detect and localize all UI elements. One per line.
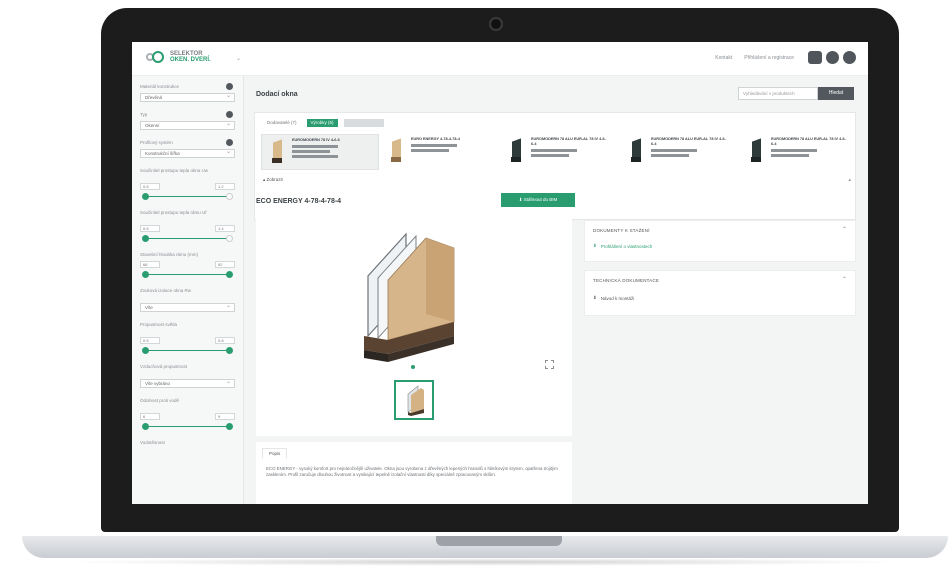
filter-material: Materiál konstrukce Dřevěná: [140, 83, 235, 102]
login-link[interactable]: Přihlášení a registrace: [744, 55, 794, 61]
window-thumbnail-icon: [407, 385, 424, 416]
range-slider[interactable]: [140, 234, 235, 242]
facebook-icon[interactable]: [826, 51, 839, 64]
contact-link[interactable]: Kontakt: [715, 55, 732, 61]
topbar: SELEKTOR OKEN. DVERÍ. ⌄ Kontakt Přihláše…: [132, 42, 868, 76]
camera-icon: [489, 17, 503, 31]
window-thumbnail-icon: [507, 137, 525, 165]
documents-panel: DOKUMENTY K STAŽENÍ ⌃ ⬇ Prohlášení o vla…: [584, 220, 856, 262]
description-text: ECO ENERGY - vysoký komfort pro nejnároč…: [266, 466, 558, 477]
filter-uw: Součinitel prostupu tepla okna Uw 0.6 1.…: [140, 168, 235, 200]
document-link[interactable]: ⬇ Návod k montáži: [593, 295, 634, 301]
product-name: EURO ENERGY 4-78-4-78-4: [411, 137, 460, 141]
window-thumbnail-icon: [387, 137, 405, 165]
filter-profile: Profilový systém Konstrukční šířka: [140, 139, 235, 158]
window-profile-image: [364, 232, 455, 362]
laptop-mockup: SELEKTOR OKEN. DVERÍ. ⌄ Kontakt Přihláše…: [0, 0, 948, 575]
range-min-input[interactable]: 0.5: [140, 337, 160, 344]
product-card[interactable]: EUROMODERN 78 ALU EUR-AL 78 IV 4-6-6-4: [741, 134, 859, 170]
filter-type: Typ Okenní: [140, 111, 235, 130]
range-slider[interactable]: [140, 346, 235, 354]
search-button[interactable]: Hledat: [818, 87, 854, 100]
info-icon[interactable]: [226, 111, 233, 118]
info-icon[interactable]: [226, 139, 233, 146]
collapse-link[interactable]: ▴ Zobrazit: [263, 177, 283, 183]
range-slider[interactable]: [140, 270, 235, 278]
range-max-input[interactable]: 0.8: [215, 337, 235, 344]
logo-line2: OKEN. DVERÍ.: [170, 57, 211, 63]
filter-depth: Stavební hloubka rámu (mm) 68 92: [140, 252, 235, 278]
material-select[interactable]: Dřevěná: [140, 92, 235, 102]
download-icon: ⬇: [593, 243, 597, 248]
technical-docs-panel: TECHNICKÁ DOKUMENTACE ⌃ ⬇ Návod k montáž…: [584, 270, 856, 316]
filter-uf: Součinitel prostupu tepla rámu Uf 0.6 1.…: [140, 210, 235, 242]
filter-air: Vzduchová propustnost Vše vybráno: [140, 364, 235, 388]
profile-select[interactable]: Konstrukční šířka: [140, 148, 235, 158]
range-min-input[interactable]: 0.6: [140, 183, 160, 190]
youtube-icon[interactable]: [808, 51, 822, 64]
download-bim-button[interactable]: ⬇ Stáhnout do BIM: [501, 193, 575, 207]
document-link[interactable]: ⬇ Prohlášení o vlastnostech: [593, 243, 652, 249]
product-name: EUROMODERN 78 ALU EUR-AL 78 IV 4-6-6-4: [771, 137, 846, 146]
range-max-input[interactable]: 92: [215, 261, 235, 268]
range-min-input[interactable]: 0.6: [140, 225, 160, 232]
download-icon: ⬇: [593, 295, 597, 300]
window-thumbnail-icon: [747, 137, 765, 165]
tab-other[interactable]: [343, 119, 384, 127]
search-input[interactable]: Vyhledávání v produktech: [738, 87, 818, 100]
range-min-input[interactable]: 6: [140, 413, 160, 420]
range-max-input[interactable]: 1.4: [215, 225, 235, 232]
range-max-input[interactable]: 9: [215, 413, 235, 420]
tab-suppliers[interactable]: Dodavatelé (7): [263, 119, 301, 127]
info-icon[interactable]: [226, 83, 233, 90]
user-icon[interactable]: [843, 51, 856, 64]
product-detail-title: ECO ENERGY 4-78-4-78-4: [256, 198, 342, 205]
image-thumbnail[interactable]: [394, 380, 434, 420]
screen: SELEKTOR OKEN. DVERÍ. ⌄ Kontakt Přihláše…: [132, 42, 868, 504]
sound-select[interactable]: Vše: [140, 302, 235, 312]
logo[interactable]: SELEKTOR OKEN. DVERÍ.: [146, 50, 211, 64]
tab-description[interactable]: Popis: [262, 448, 288, 458]
product-name: EUROMODERN 78 IV 4-6-6: [292, 138, 340, 142]
range-slider[interactable]: [140, 192, 235, 200]
product-name: EUROMODERN 78 ALU EUR-AL 78 IV 4-6-6-4: [651, 137, 726, 146]
laptop-notch: [436, 536, 562, 546]
logo-icon: [146, 50, 166, 64]
range-min-input[interactable]: 68: [140, 261, 160, 268]
page-title: Dodací okna: [256, 91, 298, 98]
product-card[interactable]: EUROMODERN 78 ALU EUR-AL 78 IV 4-6-6-4: [501, 134, 619, 170]
product-card[interactable]: EUROMODERN 78 ALU EUR-AL 78 IV 4-6-6-4: [621, 134, 739, 170]
product-viewer: [256, 218, 572, 436]
window-thumbnail-icon: [627, 137, 645, 165]
filter-water: Odolnost proti vodě 6 9: [140, 398, 235, 430]
carousel-dot[interactable]: [411, 365, 415, 369]
chevron-down-icon[interactable]: ⌄: [236, 55, 241, 62]
chevron-up-icon[interactable]: ⌃: [842, 226, 847, 233]
range-slider[interactable]: [140, 422, 235, 430]
window-thumbnail-icon: [268, 138, 286, 166]
description-section: Popis ECO ENERGY - vysoký komfort pro ne…: [256, 442, 572, 504]
main-content: Dodací okna Vyhledávání v produktech Hle…: [244, 76, 868, 504]
filter-light: Propustnost světla 0.5 0.8: [140, 322, 235, 354]
tab-products[interactable]: Výrobky (5): [306, 119, 338, 127]
filter-sidebar: Materiál konstrukce Dřevěná Typ Okenní P…: [132, 76, 244, 504]
type-select[interactable]: Okenní: [140, 120, 235, 130]
chevron-up-icon[interactable]: ▴: [848, 177, 851, 183]
air-select[interactable]: Vše vybráno: [140, 378, 235, 388]
product-card[interactable]: EUROMODERN 78 IV 4-6-6: [261, 134, 379, 170]
filter-watertight: Vodotěsnost: [140, 440, 165, 445]
expand-icon[interactable]: [545, 360, 554, 369]
filter-sound: Zvuková izolace okna Rw Vše: [140, 288, 235, 312]
product-name: EUROMODERN 78 ALU EUR-AL 78 IV 4-6-6-4: [531, 137, 606, 146]
range-max-input[interactable]: 1.2: [215, 183, 235, 190]
chevron-up-icon[interactable]: ⌃: [842, 276, 847, 283]
product-card[interactable]: EURO ENERGY 4-78-4-78-4: [381, 134, 499, 170]
